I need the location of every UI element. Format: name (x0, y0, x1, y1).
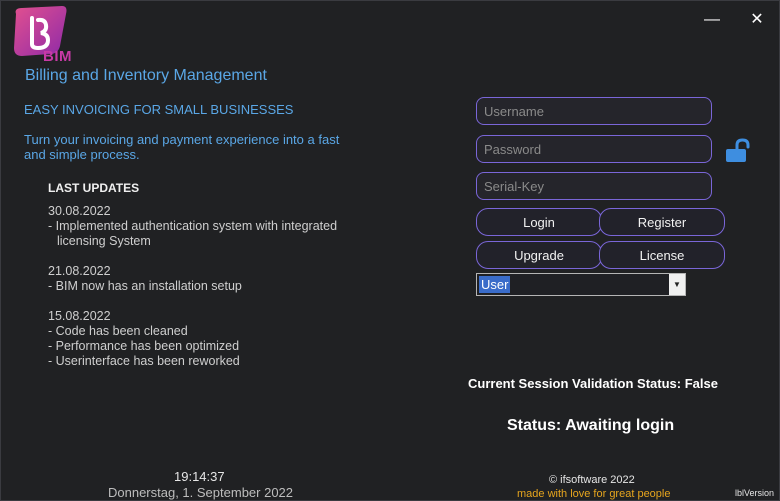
license-button[interactable]: License (599, 241, 725, 269)
serial-key-input[interactable] (477, 173, 711, 199)
upgrade-button[interactable]: Upgrade (476, 241, 602, 269)
role-dropdown-value: User (479, 276, 511, 293)
minimize-icon[interactable]: — (702, 10, 722, 30)
session-validation-status: Current Session Validation Status: False (468, 376, 718, 391)
copyright: © ifsoftware 2022 (549, 474, 635, 486)
update-line: - Performance has been optimized (48, 339, 240, 353)
clock: 19:14:37 (174, 469, 225, 484)
update-date: 15.08.2022 (48, 309, 111, 323)
username-input[interactable] (477, 98, 711, 124)
logo-text: BIM (43, 48, 72, 65)
update-block: 30.08.2022 - Implemented authentication … (48, 204, 337, 249)
update-date: 30.08.2022 (48, 204, 111, 218)
update-block: 21.08.2022 - BIM now has an installation… (48, 264, 242, 294)
chevron-down-icon[interactable]: ▼ (669, 274, 685, 295)
username-field[interactable] (476, 97, 712, 125)
update-line: - Code has been cleaned (48, 324, 188, 338)
update-date: 21.08.2022 (48, 264, 111, 278)
login-button[interactable]: Login (476, 208, 602, 236)
update-line: - BIM now has an installation setup (48, 279, 242, 293)
description: Turn your invoicing and payment experien… (24, 132, 340, 162)
unlock-icon[interactable] (724, 137, 752, 165)
updates-title: LAST UPDATES (48, 181, 140, 195)
made-with-love: made with love for great people (517, 488, 671, 500)
password-input[interactable] (477, 136, 711, 162)
update-line: - Userinterface has been reworked (48, 354, 240, 368)
serial-key-field[interactable] (476, 172, 712, 200)
role-dropdown-value-wrap[interactable]: User (477, 274, 669, 295)
password-field[interactable] (476, 135, 712, 163)
date: Donnerstag, 1. September 2022 (108, 485, 294, 500)
tagline: EASY INVOICING FOR SMALL BUSINESSES (24, 102, 294, 117)
role-dropdown[interactable]: User ▼ (476, 273, 686, 296)
login-status: Status: Awaiting login (507, 417, 675, 434)
register-button[interactable]: Register (599, 208, 725, 236)
close-icon[interactable]: ✕ (747, 10, 767, 30)
app-title: Billing and Inventory Management (25, 67, 267, 84)
update-line: licensing System (57, 234, 151, 248)
update-block: 15.08.2022 - Code has been cleaned - Per… (48, 309, 240, 369)
version-label: lblVersion (735, 488, 775, 498)
update-line: - Implemented authentication system with… (48, 219, 338, 233)
